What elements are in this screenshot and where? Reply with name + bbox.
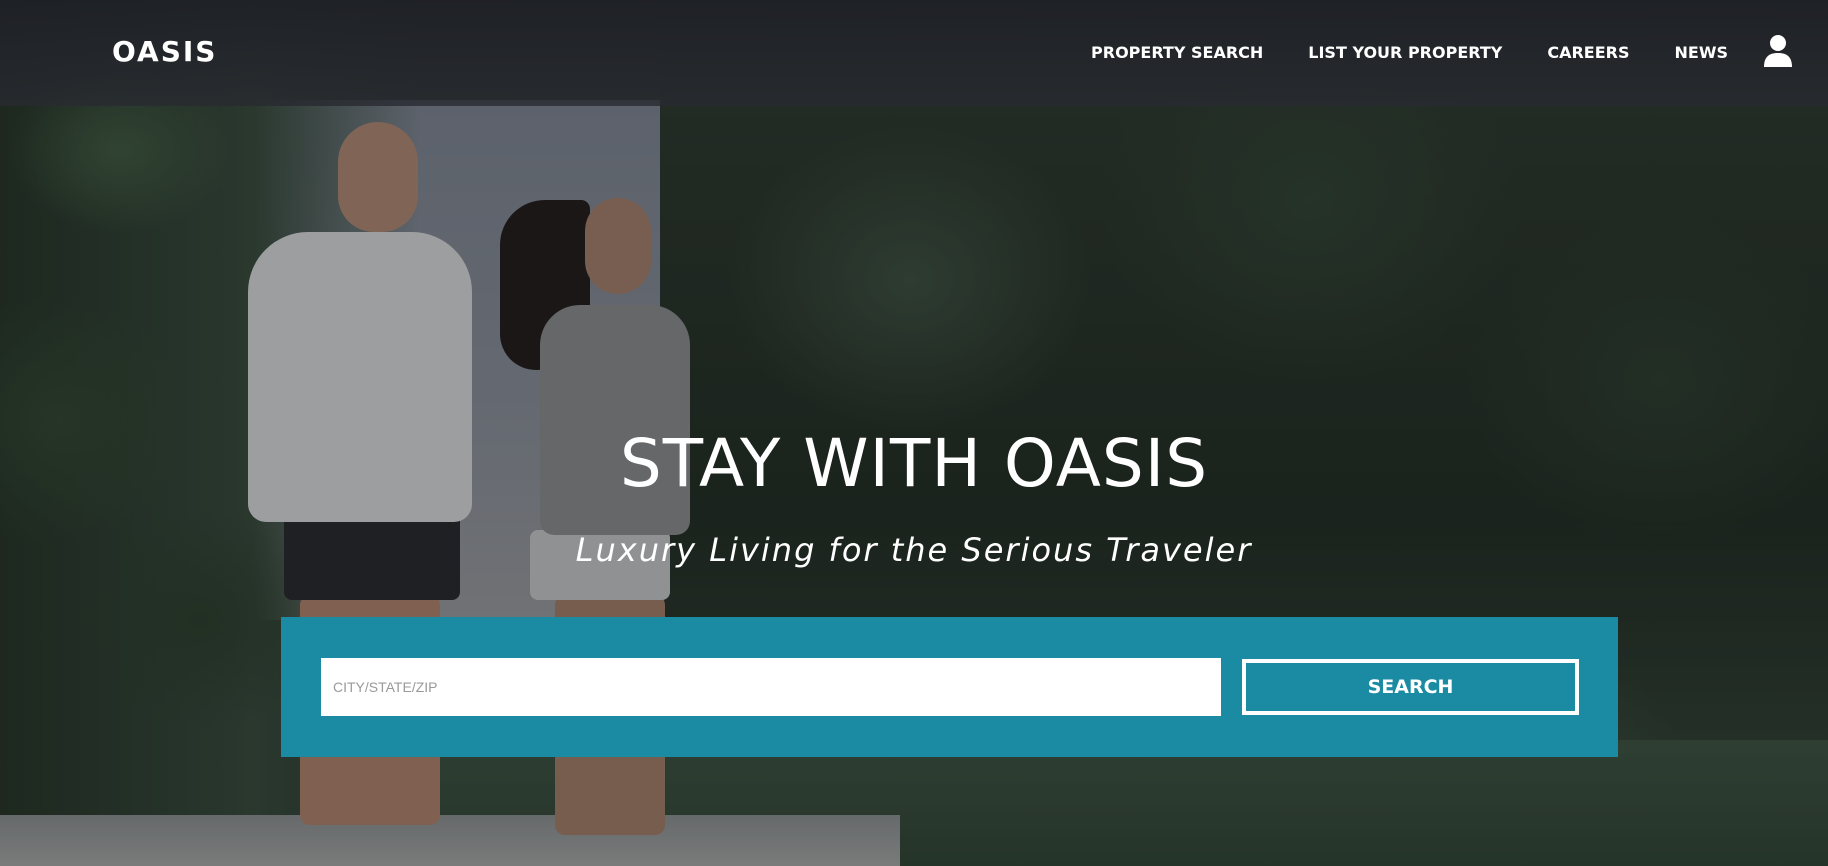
hero-subtitle: Luxury Living for the Serious Traveler	[575, 531, 1253, 569]
main-nav: PROPERTY SEARCH LIST YOUR PROPERTY CAREE…	[1091, 40, 1728, 66]
site-logo[interactable]: OASIS	[112, 34, 217, 70]
nav-news[interactable]: NEWS	[1675, 40, 1729, 66]
site-header: OASIS PROPERTY SEARCH LIST YOUR PROPERTY…	[0, 0, 1828, 106]
nav-property-search[interactable]: PROPERTY SEARCH	[1091, 40, 1263, 66]
nav-careers[interactable]: CAREERS	[1547, 40, 1629, 66]
search-panel: SEARCH	[281, 617, 1618, 757]
user-icon[interactable]	[1762, 34, 1794, 68]
location-search-input[interactable]	[321, 658, 1221, 716]
search-button[interactable]: SEARCH	[1242, 659, 1579, 715]
hero-section: OASIS PROPERTY SEARCH LIST YOUR PROPERTY…	[0, 0, 1828, 866]
nav-list-your-property[interactable]: LIST YOUR PROPERTY	[1308, 40, 1502, 66]
hero-title: STAY WITH OASIS	[619, 425, 1209, 502]
